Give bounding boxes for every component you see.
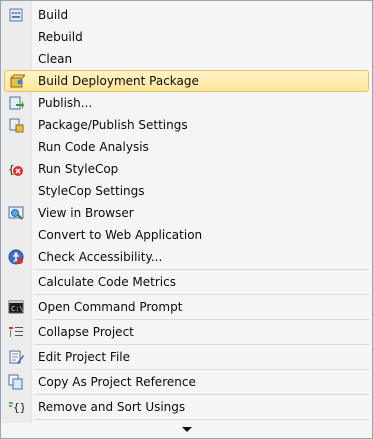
menu-item-edit-project-file[interactable]: Edit Project File: [1, 346, 372, 368]
stylecop-icon: {: [8, 161, 24, 177]
menu-item-open-command-prompt[interactable]: C:\ Open Command Prompt: [1, 296, 372, 318]
menu-separator: [1, 418, 372, 421]
build-icon: [8, 7, 24, 23]
menu-item-stylecop-settings[interactable]: StyleCop Settings: [1, 180, 372, 202]
menu-item-copy-as-project-reference[interactable]: Copy As Project Reference: [1, 371, 372, 393]
menu-item-publish[interactable]: Publish...: [1, 92, 372, 114]
copy-reference-icon: [8, 374, 24, 390]
edit-file-icon: [8, 349, 24, 365]
menu-item-run-stylecop[interactable]: { Run StyleCop: [1, 158, 372, 180]
menu-item-rebuild[interactable]: Rebuild: [1, 26, 372, 48]
menu-item-build[interactable]: Build: [1, 4, 372, 26]
menu-item-label: Edit Project File: [38, 350, 131, 364]
browser-icon: [8, 205, 24, 221]
chevron-down-icon: [182, 427, 192, 432]
menu-item-package-publish-settings[interactable]: Package/Publish Settings: [1, 114, 372, 136]
accessibility-icon: [8, 249, 24, 265]
menu-item-label: Publish...: [38, 96, 93, 110]
context-menu: Build Rebuild Clean Build Deployment Pac…: [0, 0, 373, 439]
menu-item-check-accessibility[interactable]: Check Accessibility...: [1, 246, 372, 268]
menu-item-label: Convert to Web Application: [38, 228, 203, 242]
menu-item-label: Open Command Prompt: [38, 300, 183, 314]
menu-item-label: Build Deployment Package: [38, 74, 199, 88]
svg-text:C:\: C:\: [11, 305, 24, 313]
menu-item-label: Run StyleCop: [38, 162, 119, 176]
menu-item-label: Run Code Analysis: [38, 140, 149, 154]
menu-item-build-deployment-package[interactable]: Build Deployment Package: [4, 70, 369, 92]
menu-item-view-in-browser[interactable]: View in Browser: [1, 202, 372, 224]
menu-scroll-down[interactable]: [1, 423, 372, 438]
command-prompt-icon: C:\: [8, 299, 24, 315]
publish-icon: [8, 95, 24, 111]
menu-item-label: StyleCop Settings: [38, 184, 145, 198]
menu-item-label: Build: [38, 8, 69, 22]
menu-item-label: Collapse Project: [38, 325, 134, 339]
menu-item-convert-to-web-application[interactable]: Convert to Web Application: [1, 224, 372, 246]
menu-items: Build Rebuild Clean Build Deployment Pac…: [1, 4, 372, 421]
sort-usings-icon: {}: [8, 399, 26, 415]
menu-item-label: Package/Publish Settings: [38, 118, 188, 132]
menu-item-label: Remove and Sort Usings: [38, 400, 186, 414]
menu-item-remove-and-sort-usings[interactable]: {} Remove and Sort Usings: [1, 396, 372, 418]
menu-item-label: Rebuild: [38, 30, 83, 44]
menu-item-collapse-project[interactable]: Collapse Project: [1, 321, 372, 343]
menu-item-clean[interactable]: Clean: [1, 48, 372, 70]
deployment-package-icon: [9, 73, 27, 89]
svg-text:{}: {}: [13, 401, 24, 414]
collapse-project-icon: [8, 324, 24, 340]
menu-item-calculate-code-metrics[interactable]: Calculate Code Metrics: [1, 271, 372, 293]
package-settings-icon: [8, 117, 24, 133]
menu-item-label: Calculate Code Metrics: [38, 275, 176, 289]
menu-item-label: View in Browser: [38, 206, 134, 220]
menu-item-run-code-analysis[interactable]: Run Code Analysis: [1, 136, 372, 158]
menu-item-label: Copy As Project Reference: [38, 375, 196, 389]
menu-item-label: Clean: [38, 52, 73, 66]
menu-item-label: Check Accessibility...: [38, 250, 163, 264]
